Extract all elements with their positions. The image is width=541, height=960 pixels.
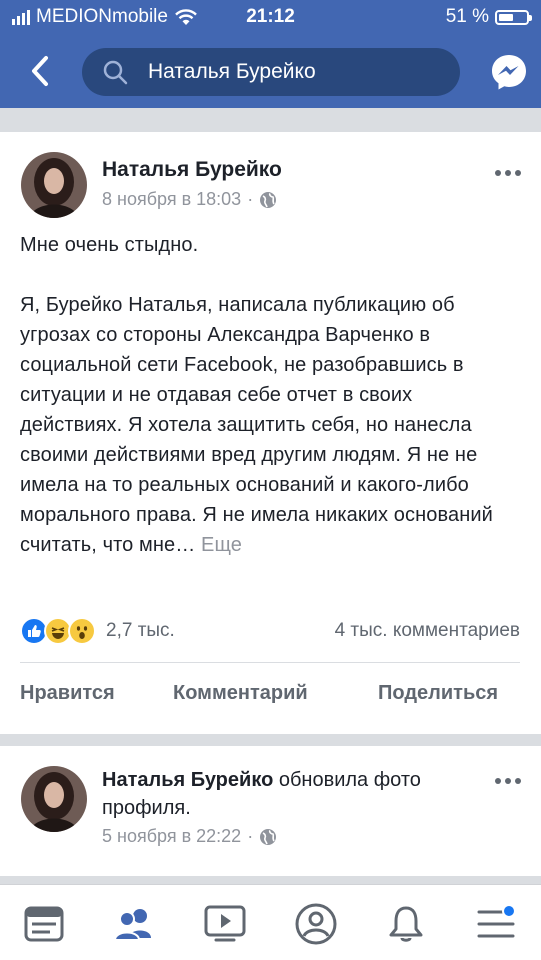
battery-percent: 51 %	[445, 6, 489, 27]
wow-reaction-icon	[68, 617, 96, 645]
post-timestamp[interactable]: 5 ноября в 22:22	[102, 826, 241, 847]
comment-count[interactable]: 4 тыс. комментариев	[335, 620, 520, 642]
back-arrow-icon[interactable]	[26, 52, 56, 90]
search-icon	[103, 60, 128, 85]
reaction-count: 2,7 тыс.	[106, 620, 175, 641]
notification-dot	[502, 904, 516, 918]
top-navigation-bar: Наталья Бурейко	[0, 34, 541, 108]
friends-icon[interactable]	[112, 902, 156, 946]
watch-icon[interactable]	[203, 902, 247, 946]
meta-separator: ·	[247, 826, 254, 846]
post-header-text: Наталья Бурейко обновила фото профиля.	[102, 766, 432, 822]
news-feed-icon[interactable]	[22, 902, 66, 946]
globe-icon	[260, 191, 277, 208]
post-paragraph: Мне очень стыдно.	[20, 234, 199, 256]
avatar[interactable]	[21, 766, 87, 832]
notifications-icon[interactable]	[384, 902, 428, 946]
bottom-navigation-bar	[0, 884, 541, 960]
post-text: Мне очень стыдно. Я, Бурейко Наталья, на…	[20, 230, 520, 560]
see-more-link[interactable]: Еще	[201, 534, 242, 556]
battery-icon	[495, 9, 532, 25]
post-meta: 8 ноября в 18:03 ·	[102, 189, 277, 210]
search-query: Наталья Бурейко	[148, 60, 316, 83]
comment-button[interactable]: Комментарий	[173, 682, 308, 705]
post-timestamp[interactable]: 8 ноября в 18:03	[102, 189, 241, 210]
post-author[interactable]: Наталья Бурейко	[102, 158, 282, 182]
post-options-icon[interactable]	[495, 170, 521, 176]
search-input[interactable]: Наталья Бурейко	[82, 48, 460, 96]
battery-info: 51 %	[445, 6, 532, 28]
profile-icon[interactable]	[294, 902, 338, 946]
share-button[interactable]: Поделиться	[378, 682, 498, 705]
like-button[interactable]: Нравится	[20, 682, 115, 705]
post-author[interactable]: Наталья Бурейко	[102, 769, 273, 791]
meta-separator: ·	[247, 189, 254, 209]
status-bar: MEDIONmobile 21:12 51 %	[0, 0, 541, 34]
post-card: Наталья Бурейко обновила фото профиля. 5…	[0, 746, 541, 876]
post-paragraph: Я, Бурейко Наталья, написала публикацию …	[20, 290, 520, 560]
post-options-icon[interactable]	[495, 778, 521, 784]
reactions-bar[interactable]: 2,7 тыс. 4 тыс. комментариев	[20, 616, 520, 646]
menu-icon[interactable]	[474, 902, 518, 946]
divider	[20, 662, 520, 663]
post-card: Наталья Бурейко 8 ноября в 18:03 · Мне о…	[0, 132, 541, 734]
post-meta: 5 ноября в 22:22 ·	[102, 826, 277, 847]
avatar[interactable]	[21, 152, 87, 218]
post-paragraph-text: Я, Бурейко Наталья, написала публикацию …	[20, 294, 493, 556]
post-actions: Нравится Комментарий Поделиться	[0, 682, 541, 714]
messenger-icon[interactable]	[489, 52, 529, 92]
globe-icon	[260, 828, 277, 845]
